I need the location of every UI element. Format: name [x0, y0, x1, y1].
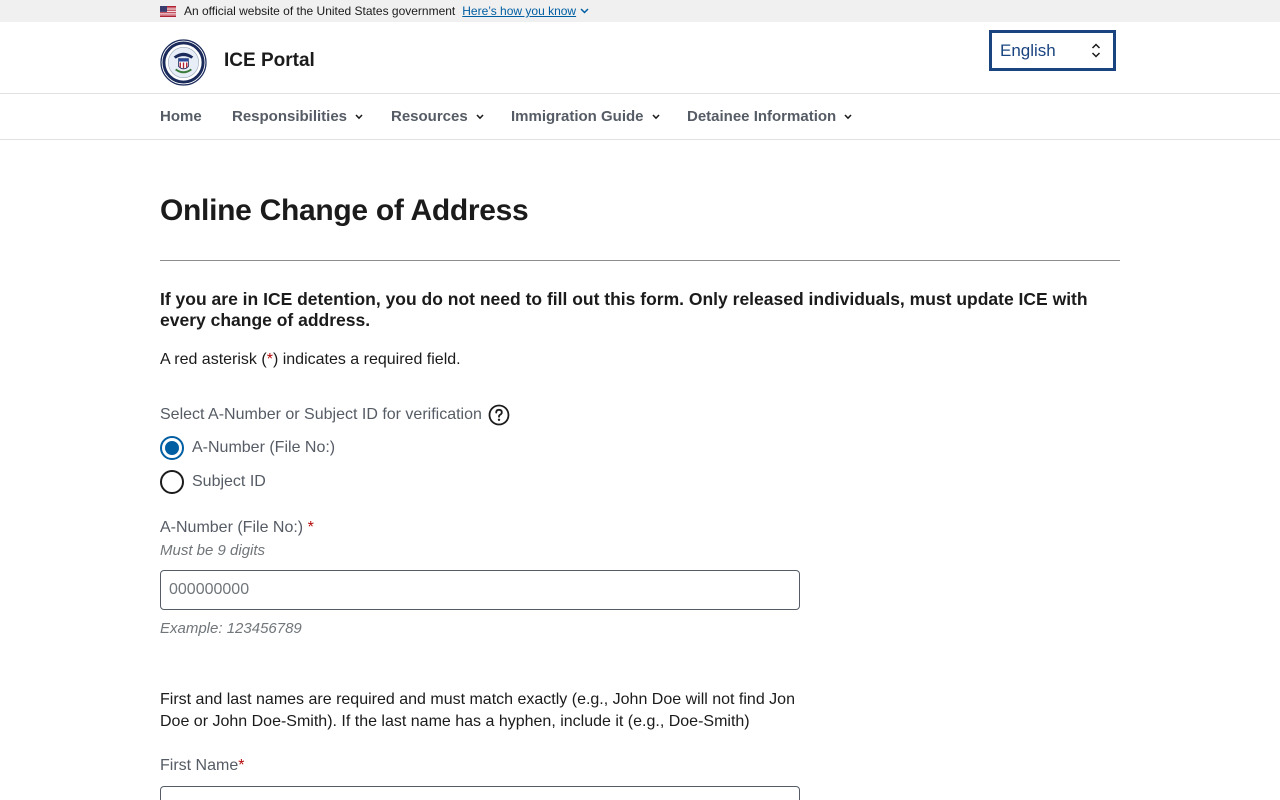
- chevron-down-icon: [476, 113, 484, 119]
- chevron-down-icon: [355, 113, 363, 119]
- chevron-down-icon: [651, 113, 660, 119]
- chevron-down-icon: [844, 113, 852, 119]
- radio-label-a-number: A-Number (File No:): [192, 439, 336, 456]
- nav-item-responsibilities[interactable]: Responsibilities: [232, 94, 363, 139]
- radio-a-number[interactable]: A-Number (File No:): [160, 436, 335, 460]
- nav-item-detainee-information[interactable]: Detainee Information: [687, 94, 852, 139]
- dhs-seal-logo[interactable]: [160, 39, 207, 86]
- heres-how-you-know-label: Here’s how you know: [462, 4, 577, 18]
- names-instruction: First and last names are required and mu…: [160, 691, 795, 730]
- heres-how-you-know-link[interactable]: Here’s how you know: [462, 4, 589, 18]
- nav-item-home[interactable]: Home: [160, 94, 202, 139]
- nav-item-resources[interactable]: Resources: [391, 94, 484, 139]
- primary-nav: Home Responsibilities Resources Immigrat…: [0, 94, 1280, 140]
- up-down-arrows-icon: [1091, 43, 1101, 58]
- verification-label-text: Select A-Number or Subject ID for verifi…: [160, 406, 482, 423]
- nav-item-label: Responsibilities: [232, 108, 348, 125]
- radio-button-unchecked[interactable]: [160, 470, 184, 494]
- gov-banner-inner: An official website of the United States…: [160, 0, 589, 22]
- page-title: Online Change of Address: [160, 194, 529, 227]
- a-number-example: Example: 123456789: [160, 620, 302, 637]
- a-number-label-text: A-Number (File No:): [160, 519, 304, 536]
- first-name-label: First Name*: [160, 757, 244, 775]
- nav-item-label: Immigration Guide: [511, 108, 644, 125]
- first-name-input[interactable]: [160, 786, 800, 800]
- us-flag-icon: [160, 5, 176, 17]
- language-select[interactable]: English: [989, 30, 1116, 71]
- language-select-value: English: [1000, 40, 1056, 60]
- required-asterisk: *: [307, 519, 314, 536]
- nav-item-label: Detainee Information: [687, 108, 837, 125]
- required-note-before: A red asterisk (: [160, 351, 267, 368]
- first-name-label-text: First Name: [160, 757, 239, 774]
- nav-item-label: Home: [160, 108, 202, 125]
- required-note-after: ) indicates a required field.: [272, 351, 461, 368]
- a-number-label: A-Number (File No:) *: [160, 519, 314, 537]
- verification-label: Select A-Number or Subject ID for verifi…: [160, 404, 510, 426]
- radio-button-checked[interactable]: [160, 436, 184, 460]
- required-field-note: A red asterisk (*) indicates a required …: [160, 351, 461, 369]
- required-asterisk: *: [238, 757, 245, 774]
- site-title[interactable]: ICE Portal: [224, 50, 315, 72]
- question-circle-icon[interactable]: [488, 404, 510, 426]
- title-divider: [160, 260, 1120, 261]
- nav-item-immigration-guide[interactable]: Immigration Guide: [511, 94, 660, 139]
- a-number-input[interactable]: [160, 570, 800, 610]
- gov-banner: An official website of the United States…: [0, 0, 1280, 22]
- chevron-down-icon: [580, 8, 589, 14]
- detention-notice: If you are in ICE detention, you do not …: [160, 289, 1088, 330]
- a-number-hint: Must be 9 digits: [160, 542, 266, 559]
- gov-banner-text: An official website of the United States…: [184, 4, 456, 18]
- radio-label-subject-id: Subject ID: [192, 473, 266, 490]
- nav-item-label: Resources: [391, 108, 468, 125]
- site-header: ICE Portal English: [0, 22, 1280, 94]
- radio-subject-id[interactable]: Subject ID: [160, 470, 266, 494]
